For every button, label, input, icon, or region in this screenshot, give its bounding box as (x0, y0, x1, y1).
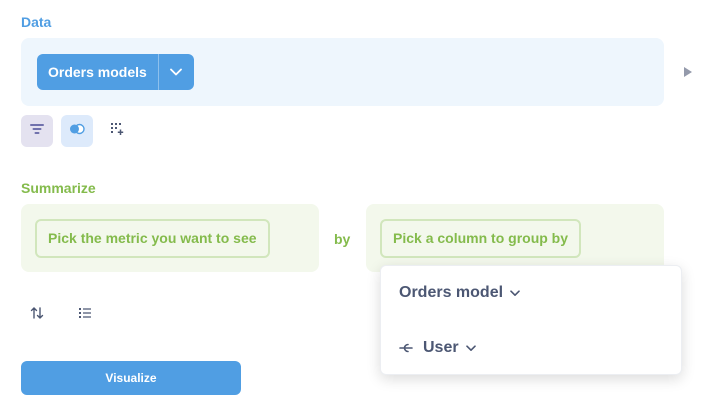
join-step-button[interactable] (61, 115, 93, 147)
summarize-section-label: Summarize (21, 180, 96, 196)
group-column-popover: Orders model User (380, 265, 682, 375)
popover-table-orders-model[interactable]: Orders model (399, 284, 520, 302)
summarize-group-panel: Pick a column to group by (366, 204, 664, 272)
chevron-down-icon[interactable] (157, 54, 194, 90)
pick-group-column-button[interactable]: Pick a column to group by (380, 219, 582, 258)
sort-icon[interactable] (27, 303, 47, 323)
summarize-metric-panel: Pick the metric you want to see (21, 204, 319, 272)
join-icon (69, 122, 85, 140)
list-icon[interactable] (75, 303, 95, 323)
visualize-button[interactable]: Visualize (21, 361, 241, 395)
foreign-key-icon (399, 342, 413, 354)
data-step-panel: Orders models (21, 38, 664, 106)
popover-item-label: User (423, 339, 459, 356)
popover-table-user[interactable]: User (399, 339, 476, 357)
filter-icon (30, 122, 44, 140)
custom-column-icon (110, 122, 124, 141)
by-label: by (334, 231, 351, 247)
popover-item-label: Orders model (399, 284, 504, 301)
data-source-button[interactable]: Orders models (37, 54, 194, 90)
filter-step-button[interactable] (21, 115, 53, 147)
play-icon[interactable] (684, 67, 692, 77)
pick-metric-button[interactable]: Pick the metric you want to see (35, 219, 270, 258)
chevron-down-icon (465, 344, 476, 352)
custom-column-step-button[interactable] (101, 115, 133, 147)
chevron-down-icon (510, 289, 520, 297)
data-section-label: Data (21, 14, 52, 30)
data-source-label: Orders models (48, 64, 147, 80)
